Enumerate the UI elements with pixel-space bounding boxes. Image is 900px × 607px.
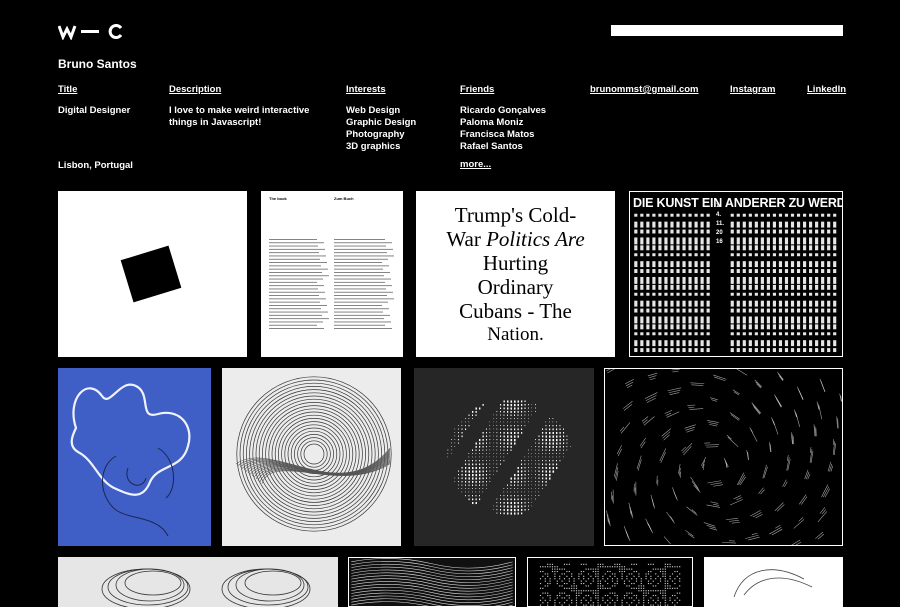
friend-item[interactable]: Rafael Santos bbox=[460, 141, 546, 153]
gallery-tile-rotated-square[interactable] bbox=[58, 191, 247, 357]
book-text-lines bbox=[261, 191, 403, 357]
interest-item: Web Design bbox=[346, 105, 416, 117]
grid-pattern-artwork bbox=[528, 558, 692, 606]
site-logo[interactable] bbox=[58, 20, 128, 40]
poster-line: Nation. bbox=[416, 323, 615, 347]
email-link[interactable]: brunommst@gmail.com bbox=[590, 84, 699, 95]
linkedin-link[interactable]: LinkedIn bbox=[807, 84, 846, 95]
poster-headline: Trump's Cold- War Politics Are Hurting O… bbox=[416, 203, 615, 347]
friend-item[interactable]: Ricardo Gonçalves bbox=[460, 105, 546, 117]
poster-line: Trump's Cold- bbox=[416, 203, 615, 227]
friends-header-link[interactable]: Friends bbox=[460, 84, 494, 95]
interest-item: 3D graphics bbox=[346, 141, 416, 153]
gallery-tile-kunst[interactable]: DIE KUNST EIN ANDERER ZU WERDEN 14.11.20… bbox=[629, 191, 843, 357]
poster-italic: Politics Are bbox=[486, 227, 585, 251]
poster-line: Cubans - The bbox=[416, 299, 615, 323]
poster-line: Hurting bbox=[416, 251, 615, 275]
gallery-tile-flow-field[interactable] bbox=[604, 368, 843, 546]
rings-artwork bbox=[222, 368, 401, 546]
friends-list: Ricardo Gonçalves Paloma Moniz Francisca… bbox=[460, 105, 546, 153]
description-value: I love to make weird interactive things … bbox=[169, 105, 309, 129]
kunst-date: 14.11.2016 bbox=[716, 202, 724, 247]
kunst-pattern bbox=[630, 192, 842, 356]
title-value: Digital Designer bbox=[58, 105, 130, 117]
search-input[interactable] bbox=[611, 25, 843, 36]
description-line: things in Javascript! bbox=[169, 117, 309, 129]
gallery-tile-poster[interactable]: Trump's Cold- War Politics Are Hurting O… bbox=[416, 191, 615, 357]
kunst-title: DIE KUNST EIN ANDERER ZU WERDEN bbox=[633, 196, 843, 210]
interests-header-link[interactable]: Interests bbox=[346, 84, 386, 95]
gallery-tile-blue-drawing[interactable] bbox=[58, 368, 211, 546]
book-left-heading: The book bbox=[269, 196, 287, 201]
interest-item: Graphic Design bbox=[346, 117, 416, 129]
instagram-link[interactable]: Instagram bbox=[730, 84, 775, 95]
interests-list: Web Design Graphic Design Photography 3D… bbox=[346, 105, 416, 153]
profile-name: Bruno Santos bbox=[58, 57, 137, 71]
gallery-tile-dot-mesh[interactable] bbox=[414, 368, 594, 546]
friend-item[interactable]: Paloma Moniz bbox=[460, 117, 546, 129]
poster-line: Ordinary bbox=[416, 275, 615, 299]
description-header-link[interactable]: Description bbox=[169, 84, 221, 95]
rotated-square-artwork bbox=[58, 191, 247, 357]
dot-mesh-artwork bbox=[414, 368, 594, 546]
more-friends-link[interactable]: more... bbox=[460, 159, 491, 170]
waves-artwork bbox=[349, 558, 515, 606]
location-value: Lisbon, Portugal bbox=[58, 160, 133, 172]
friend-item[interactable]: Francisca Matos bbox=[460, 129, 546, 141]
description-line: I love to make weird interactive bbox=[169, 105, 309, 117]
interest-item: Photography bbox=[346, 129, 416, 141]
poster-word: War bbox=[446, 227, 486, 251]
poster-line: War Politics Are bbox=[416, 227, 615, 251]
blue-line-drawing bbox=[58, 368, 211, 546]
book-right-heading: Zum Buch bbox=[334, 196, 354, 201]
flow-field-artwork bbox=[605, 369, 842, 545]
title-header-link[interactable]: Title bbox=[58, 84, 77, 95]
gallery-tile-book-spread[interactable]: The book Zum Buch bbox=[261, 191, 403, 357]
gallery-tile-rings[interactable] bbox=[222, 368, 401, 546]
